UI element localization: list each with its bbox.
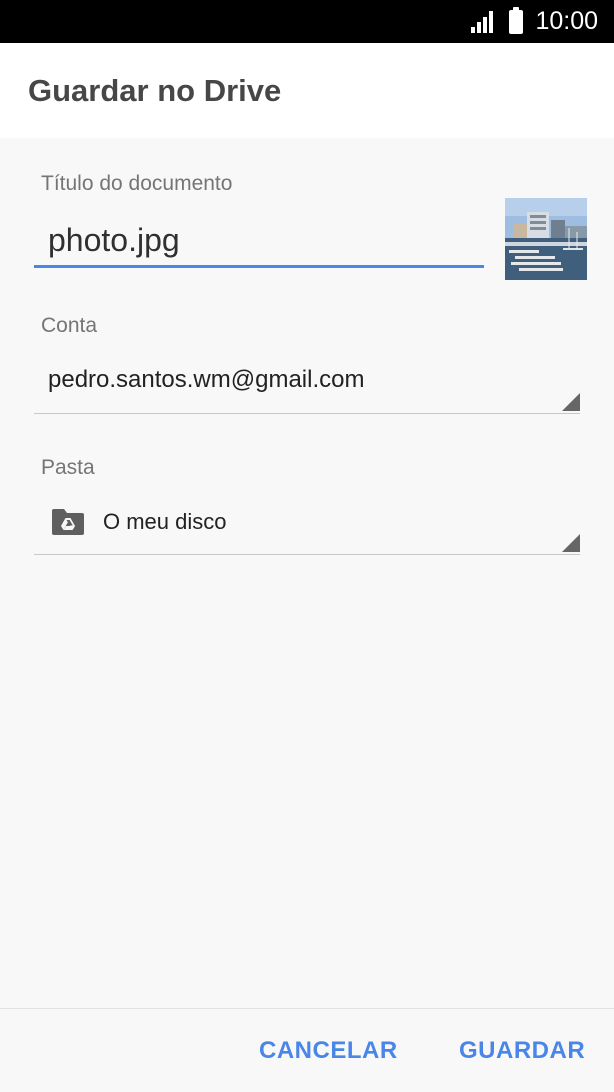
drive-folder-icon: [52, 509, 84, 535]
folder-select[interactable]: O meu disco: [34, 495, 580, 555]
account-value: pedro.santos.wm@gmail.com: [48, 366, 365, 393]
status-bar: 10:00: [0, 0, 614, 43]
title-label: Título do documento: [41, 172, 233, 195]
folder-label: Pasta: [41, 456, 95, 479]
photo-thumbnail-image: [505, 198, 587, 280]
document-title-input[interactable]: photo.jpg: [34, 218, 484, 268]
status-time: 10:00: [535, 7, 598, 35]
account-select[interactable]: pedro.santos.wm@gmail.com: [34, 354, 580, 414]
photo-thumbnail: [505, 198, 587, 280]
page-title: Guardar no Drive: [28, 73, 282, 108]
status-icons: 10:00: [471, 0, 598, 43]
save-button[interactable]: GUARDAR: [459, 1037, 585, 1065]
dropdown-arrow-icon: [562, 393, 580, 411]
folder-value: O meu disco: [103, 509, 227, 534]
dropdown-arrow-icon: [562, 534, 580, 552]
battery-icon: [509, 6, 524, 34]
form-content: Título do documento photo.jpg Conta pedr…: [0, 138, 614, 1008]
app-bar: Guardar no Drive: [0, 43, 614, 138]
signal-icon: [471, 10, 497, 33]
cancel-button[interactable]: CANCELAR: [259, 1037, 398, 1065]
dialog-actions: CANCELAR GUARDAR: [0, 1008, 614, 1092]
account-label: Conta: [41, 314, 98, 337]
